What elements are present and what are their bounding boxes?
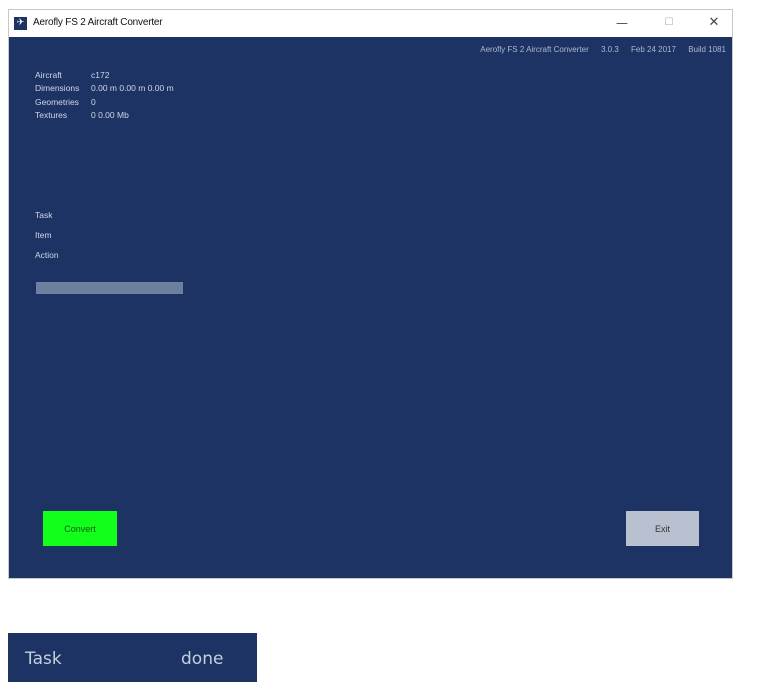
version-label: 3.0.3 xyxy=(600,45,619,54)
info-value: 0.00 m 0.00 m 0.00 m xyxy=(91,83,174,94)
info-label: Dimensions xyxy=(35,83,80,94)
info-row-aircraft: Aircraft c172 xyxy=(35,68,174,82)
app-icon: ✈ xyxy=(14,17,27,30)
task-status-label: Task xyxy=(25,649,62,669)
converter-window: ✈ Aerofly FS 2 Aircraft Converter — ☐ ✕ … xyxy=(8,9,733,579)
info-row-textures: Textures 0 0.00 Mb xyxy=(35,109,174,123)
title-bar[interactable]: ✈ Aerofly FS 2 Aircraft Converter — ☐ ✕ xyxy=(9,10,732,37)
close-button[interactable]: ✕ xyxy=(699,13,729,33)
progress-bar xyxy=(36,282,183,294)
version-info: Aerofly FS 2 Aircraft Converter 3.0.3 Fe… xyxy=(470,45,726,54)
main-panel: Aerofly FS 2 Aircraft Converter 3.0.3 Fe… xyxy=(9,37,732,578)
window-title: Aerofly FS 2 Aircraft Converter xyxy=(33,17,163,28)
convert-button[interactable]: Convert xyxy=(43,511,117,546)
info-label: Textures xyxy=(35,110,68,121)
date-label: Feb 24 2017 xyxy=(631,45,676,54)
info-value: 0 0.00 Mb xyxy=(91,110,129,121)
action-label: Action xyxy=(35,250,59,260)
info-row-dimensions: Dimensions 0.00 m 0.00 m 0.00 m xyxy=(35,82,174,96)
maximize-button[interactable]: ☐ xyxy=(654,13,684,33)
minimize-button[interactable]: — xyxy=(607,13,637,33)
info-row-geometries: Geometries 0 xyxy=(35,95,174,109)
status-section: Task Item Action xyxy=(35,205,59,265)
aircraft-info: Aircraft c172 Dimensions 0.00 m 0.00 m 0… xyxy=(35,68,174,122)
build-label: Build 1081 xyxy=(688,45,726,54)
task-status-value: done xyxy=(181,649,224,669)
info-value: 0 xyxy=(91,96,96,107)
task-status-panel: Task done xyxy=(8,633,257,682)
app-name-label: Aerofly FS 2 Aircraft Converter xyxy=(480,45,589,54)
item-label: Item xyxy=(35,230,52,240)
info-value: c172 xyxy=(91,69,110,80)
task-label: Task xyxy=(35,210,53,220)
exit-button[interactable]: Exit xyxy=(626,511,699,546)
info-label: Geometries xyxy=(35,96,79,107)
info-label: Aircraft xyxy=(35,69,62,80)
